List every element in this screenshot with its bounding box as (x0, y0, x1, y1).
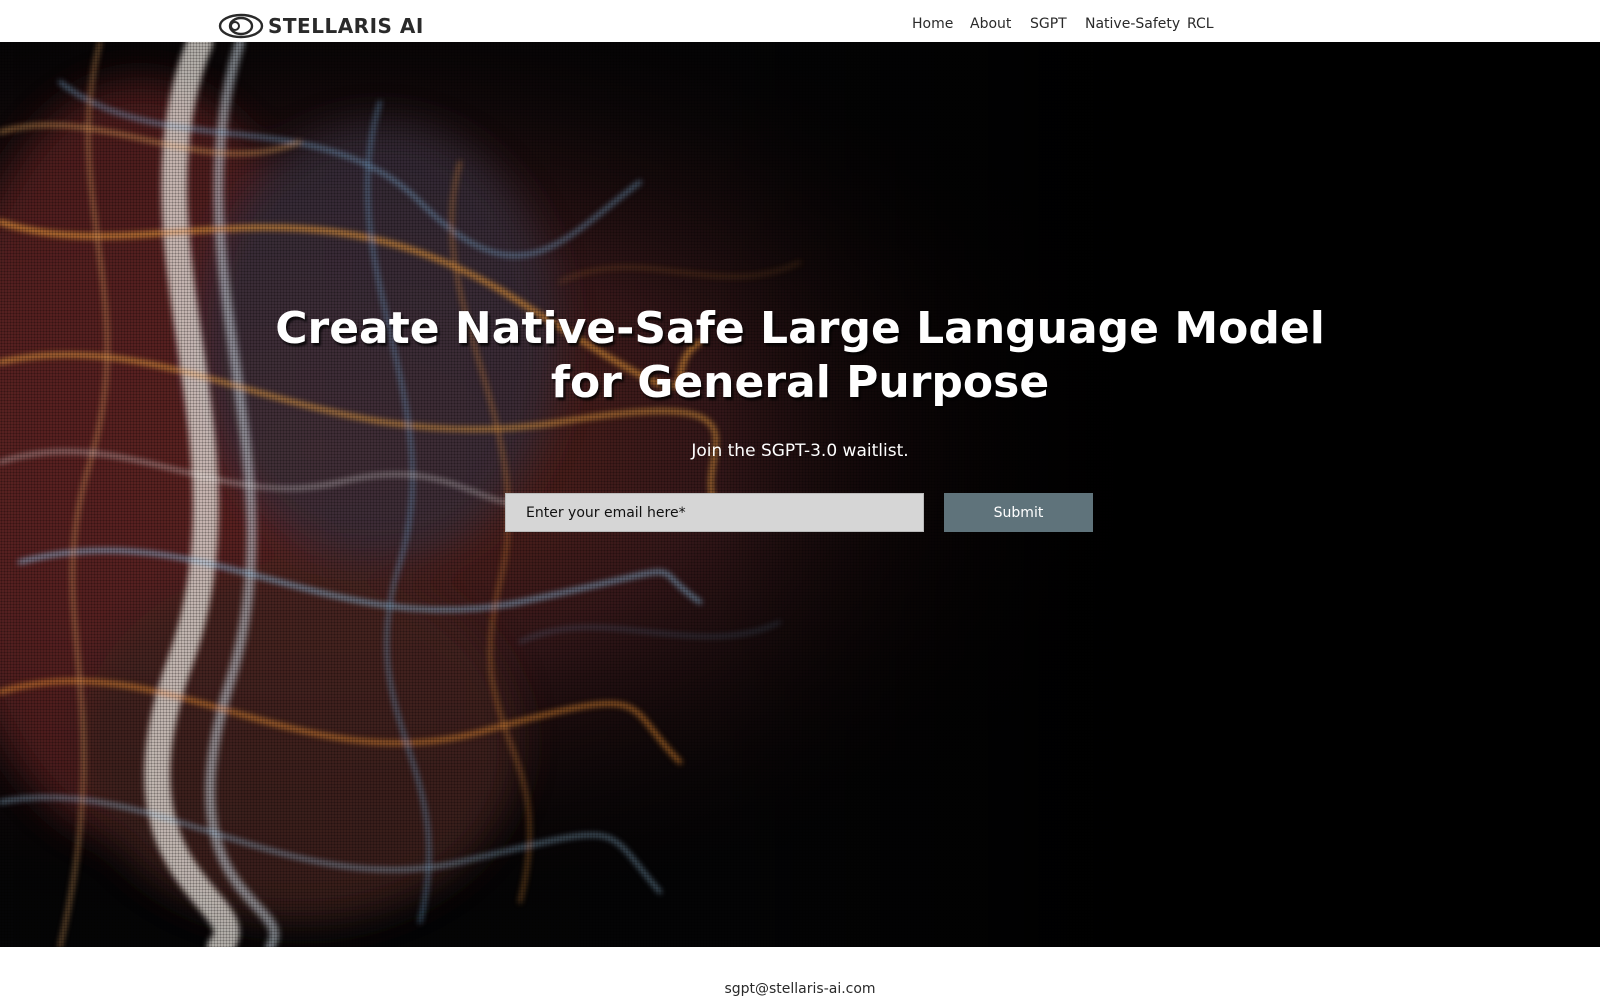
nav-rcl[interactable]: RCL (1187, 16, 1214, 32)
footer-email-link[interactable]: sgpt@stellaris-ai.com (0, 981, 1600, 997)
email-input[interactable] (505, 493, 924, 532)
hero-section: Create Native-Safe Large Language Model … (0, 42, 1600, 947)
submit-button[interactable]: Submit (944, 493, 1093, 532)
main-nav: Home About SGPT Native-Safety RCL (0, 0, 1600, 42)
nav-native-safety[interactable]: Native-Safety (1085, 16, 1180, 32)
nav-sgpt[interactable]: SGPT (1030, 16, 1067, 32)
hero-headline-line-2: for General Purpose (550, 357, 1050, 408)
hero-headline: Create Native-Safe Large Language Model … (0, 302, 1600, 410)
site-header: STELLARIS AI Home About SGPT Native-Safe… (0, 0, 1600, 42)
nav-home[interactable]: Home (912, 16, 953, 32)
waitlist-subtext: Join the SGPT-3.0 waitlist. (691, 441, 909, 461)
hero-headline-line-1: Create Native-Safe Large Language Model (275, 303, 1325, 354)
nav-about[interactable]: About (970, 16, 1011, 32)
